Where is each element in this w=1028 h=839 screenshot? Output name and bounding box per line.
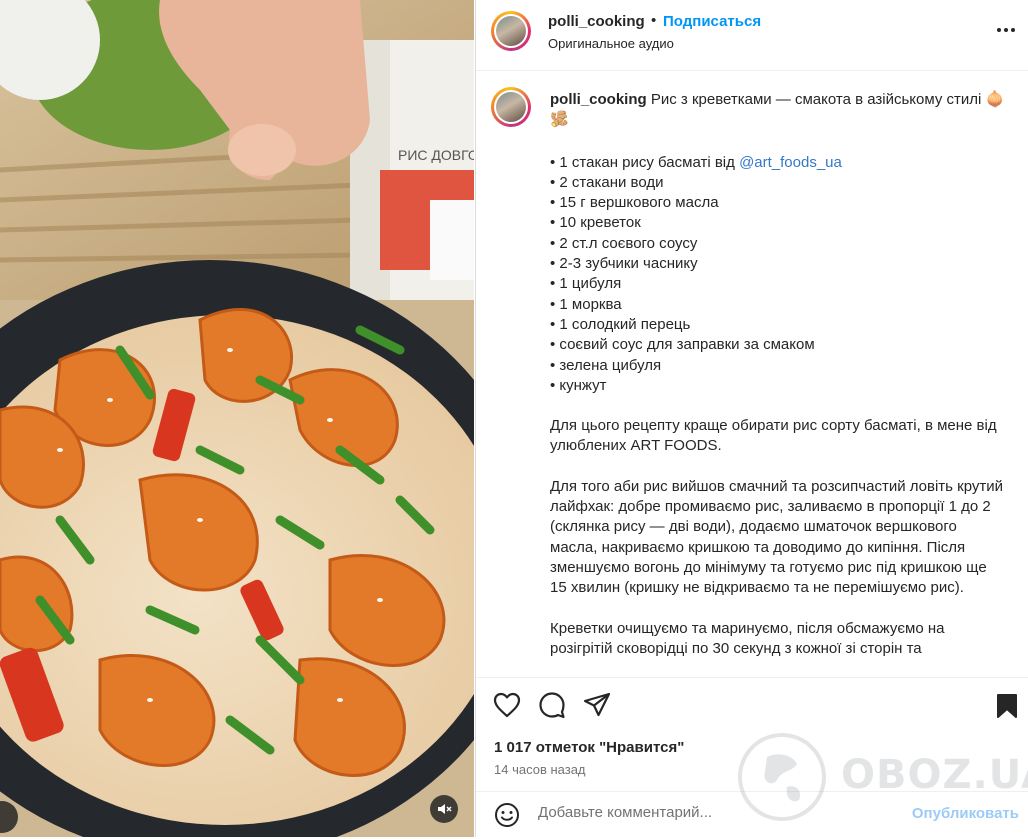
share-icon[interactable] [583, 692, 611, 718]
ingredient-item: • 1 морква [550, 295, 622, 313]
muted-speaker-icon [438, 804, 452, 814]
publish-button[interactable]: Опубликовать [912, 805, 1019, 822]
ingredient-item: • кунжут [550, 376, 607, 394]
ingredient-item: • 2 стакани води [550, 173, 664, 191]
food-photo: РИС ДОВГОЗЕР [0, 0, 474, 837]
ingredient-item: • 10 креветок [550, 214, 641, 232]
ingredient-item: • 15 г вершкового масла [550, 194, 719, 212]
ingredient-item: • 1 стакан рису басматі від @art_foods_u… [550, 153, 842, 171]
ingredient-item: • 1 цибуля [550, 275, 622, 293]
caption-heading: polli_cooking Рис з креветками — смакота… [550, 90, 1005, 131]
caption-username[interactable]: polli_cooking [550, 91, 647, 108]
action-bar: 1 017 отметок "Нравится" 14 часов назад … [476, 677, 1028, 838]
post-panel: polli_cooking • Подписаться Оригинальное… [475, 0, 1028, 837]
mention-link[interactable]: @art_foods_ua [739, 154, 842, 171]
post-media[interactable]: РИС ДОВГОЗЕР [0, 0, 474, 837]
ingredient-item: • соєвий соус для заправки за смаком [550, 336, 815, 354]
likes-count[interactable]: 1 017 отметок "Нравится" [494, 739, 684, 756]
audio-label[interactable]: Оригинальное аудио [548, 36, 674, 51]
ingredients-list: • 1 стакан рису басматі від @art_foods_u… [550, 153, 1005, 397]
caption-avatar[interactable] [491, 87, 531, 127]
emoji-icon[interactable] [494, 802, 520, 828]
comment-icon[interactable] [538, 691, 566, 719]
separator-dot: • [651, 12, 657, 29]
caption-paragraph: Для того аби рис вийшов смачний та розси… [550, 477, 1004, 597]
post-header: polli_cooking • Подписаться Оригинальное… [476, 0, 1028, 71]
avatar[interactable] [491, 11, 531, 51]
ingredient-item: • 2 ст.л соєвого соусу [550, 234, 698, 252]
post-timestamp[interactable]: 14 часов назад [494, 762, 586, 777]
caption-text: polli_cooking Рис з креветками — смакота… [550, 90, 1005, 659]
follow-button[interactable]: Подписаться [663, 13, 761, 30]
ingredient-item: • 1 солодкий перець [550, 315, 691, 333]
mute-button[interactable] [430, 795, 458, 823]
caption-paragraph: Креветки очищуємо та маринуємо, після об… [550, 619, 945, 657]
package-label: РИС ДОВГОЗЕР [398, 147, 474, 163]
comment-input[interactable] [538, 804, 868, 821]
caption-paragraph: Для цього рецепту краще обирати рис сорт… [550, 417, 997, 455]
heart-icon[interactable] [493, 692, 521, 718]
ingredient-item: • зелена цибуля [550, 356, 662, 374]
author-username[interactable]: polli_cooking [548, 13, 645, 30]
caption-area[interactable]: polli_cooking Рис з креветками — смакота… [476, 71, 1028, 677]
bookmark-icon[interactable] [996, 693, 1018, 719]
more-options-icon[interactable] [997, 28, 1015, 32]
comment-bar: Опубликовать [476, 791, 1028, 839]
ingredient-item: • 2-3 зубчики часнику [550, 255, 698, 273]
